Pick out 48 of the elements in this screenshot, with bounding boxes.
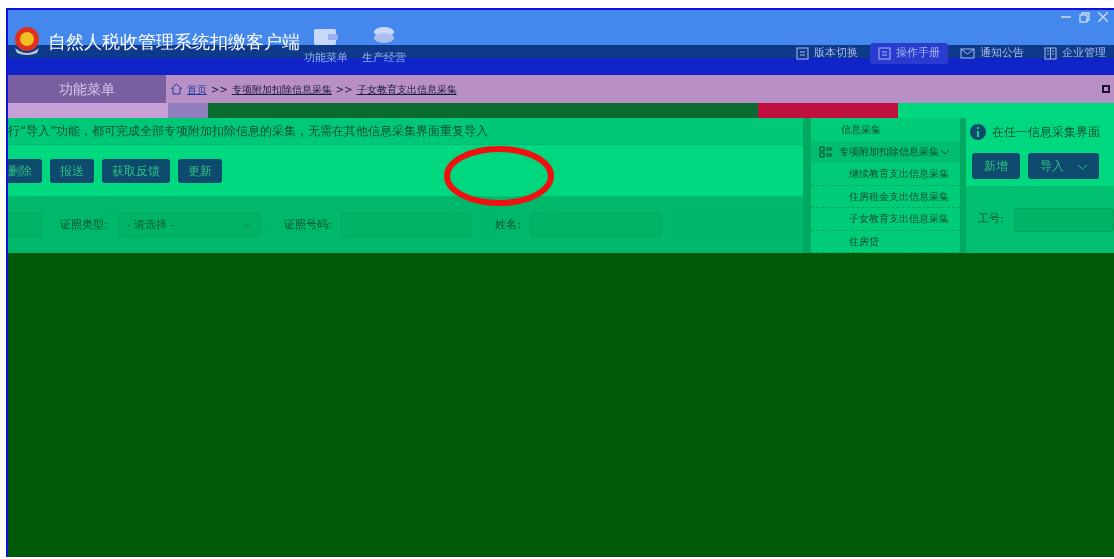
menu-tab[interactable]: 功能菜单 <box>8 75 166 103</box>
notice-text: 行“导入”功能，都可完成全部专项附加扣除信息的采集，无需在其他信息采集界面重复导入 <box>8 118 804 145</box>
nav-label[interactable]: 功能菜单 <box>304 50 348 67</box>
toolbar-link[interactable]: 通知公告 <box>952 43 1032 64</box>
filter-label: 证照号码: <box>283 216 332 233</box>
panel-button[interactable]: 导入 <box>1028 153 1100 179</box>
select-field[interactable]: - 请选择 - <box>117 213 260 237</box>
document-icon <box>796 46 809 60</box>
breadcrumb-link[interactable]: 子女教育支出信息采集 <box>356 81 457 97</box>
breadcrumb-link[interactable]: 专项附加扣除信息采集 <box>231 81 332 97</box>
window-title: 自然人税收管理系统扣缴客户端 <box>48 29 300 54</box>
tree-node[interactable]: 信息采集 <box>841 121 882 137</box>
document-icon <box>878 46 891 60</box>
tree-node[interactable]: 住房租金支出信息采集 <box>849 188 950 204</box>
field-label: 工号: <box>978 211 1004 228</box>
breadcrumb-separator: >> <box>211 82 228 97</box>
action-button[interactable]: 删除 <box>8 158 42 183</box>
chevron-icon[interactable] <box>941 148 950 155</box>
building-icon <box>1044 46 1057 60</box>
toolbar-link[interactable]: 版本切换 <box>788 43 866 64</box>
wallet-icon <box>313 26 339 46</box>
tree-node[interactable]: 住房贷 <box>849 233 880 249</box>
maximize-icon[interactable] <box>1102 85 1110 93</box>
info-icon <box>970 124 987 140</box>
home-icon <box>170 83 183 95</box>
input-field[interactable] <box>8 213 42 237</box>
action-button[interactable]: 报送 <box>50 158 94 183</box>
breadcrumb-link[interactable]: 首页 <box>187 81 207 97</box>
restore-icon[interactable] <box>1079 12 1090 23</box>
toolbar-link[interactable]: 操作手册 <box>870 43 948 64</box>
breadcrumb-separator: >> <box>335 82 353 97</box>
list-icon <box>819 145 834 158</box>
filter-label: 证照类型: <box>60 216 108 233</box>
action-button[interactable]: 获取反馈 <box>102 158 170 183</box>
panel-button[interactable]: 新增 <box>972 153 1021 179</box>
mail-icon <box>960 47 975 59</box>
toolbar-link[interactable]: 企业管理 <box>1036 43 1114 64</box>
caret-icon <box>242 222 251 228</box>
nav-label[interactable]: 生产经营 <box>362 50 406 67</box>
coins-icon <box>371 26 397 46</box>
caret-icon <box>1078 163 1088 170</box>
tree-node[interactable]: 继续教育支出信息采集 <box>849 166 950 182</box>
close-icon[interactable] <box>1098 12 1108 22</box>
action-button[interactable]: 更新 <box>178 158 222 183</box>
filter-label: 姓名: <box>495 216 522 233</box>
info-text: 在任一信息采集界面 <box>992 124 1101 141</box>
input-field[interactable] <box>1014 207 1114 232</box>
tree-node[interactable]: 子女教育支出信息采集 <box>849 211 950 227</box>
